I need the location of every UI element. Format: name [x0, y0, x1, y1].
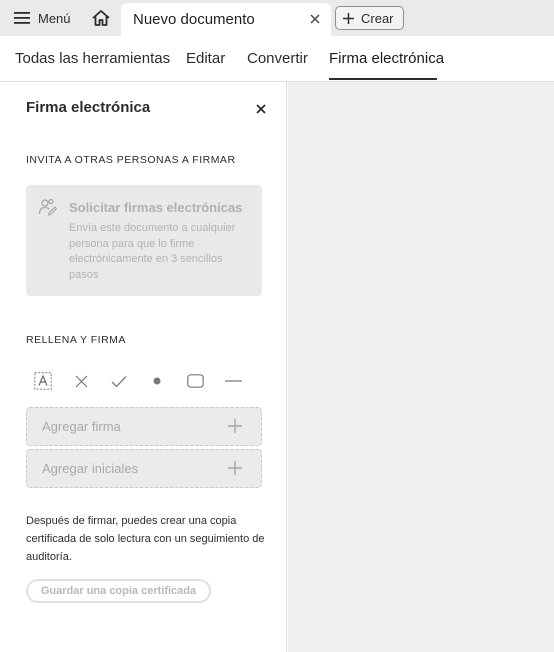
certified-copy-note: Después de firmar, puedes crear una copi…	[26, 515, 265, 563]
save-certified-copy-button[interactable]: Guardar una copia certificada	[26, 579, 211, 603]
panel-close-button[interactable]	[253, 101, 269, 117]
fill-sign-toolbar	[26, 370, 256, 392]
document-tab[interactable]: Nuevo documento	[121, 3, 331, 36]
fill-sign-section-heading: RELLENA Y FIRMA	[26, 334, 126, 346]
tool-navigation: Todas las herramientas Editar Convertir …	[0, 36, 554, 82]
home-button[interactable]	[88, 6, 114, 30]
document-tab-title: Nuevo documento	[133, 11, 255, 28]
invite-section-heading: INVITA A OTRAS PERSONAS A FIRMAR	[26, 154, 236, 166]
request-signatures-card[interactable]: Solicitar firmas electrónicas Envía este…	[26, 185, 262, 296]
plus-icon	[343, 12, 354, 24]
home-icon	[92, 10, 110, 26]
document-canvas[interactable]	[288, 82, 554, 652]
close-icon	[310, 14, 320, 24]
active-tab-indicator	[329, 78, 437, 80]
tab-e-signature[interactable]: Firma electrónica	[329, 50, 444, 67]
text-field-icon[interactable]	[32, 370, 54, 392]
add-initials-label: Agregar iniciales	[42, 461, 139, 476]
create-button[interactable]: Crear	[335, 6, 404, 30]
e-signature-panel: Firma electrónica INVITA A OTRAS PERSONA…	[0, 82, 287, 652]
close-icon	[256, 104, 266, 114]
dot-icon[interactable]	[146, 370, 168, 392]
request-signatures-title: Solicitar firmas electrónicas	[69, 200, 243, 215]
add-initials-button[interactable]: Agregar iniciales	[26, 449, 262, 488]
create-label: Crear	[361, 10, 394, 26]
title-bar: Menú Nuevo documento Crear	[0, 0, 554, 36]
tab-all-tools[interactable]: Todas las herramientas	[15, 50, 170, 67]
request-signatures-icon	[38, 198, 58, 223]
plus-icon	[228, 419, 242, 433]
panel-title: Firma electrónica	[26, 99, 151, 116]
menu-label: Menú	[38, 10, 71, 26]
close-tab-button[interactable]	[307, 10, 323, 28]
plus-icon	[228, 461, 242, 475]
tab-convert[interactable]: Convertir	[247, 50, 308, 67]
check-mark-icon[interactable]	[108, 370, 130, 392]
cross-mark-icon[interactable]	[70, 370, 92, 392]
hamburger-icon	[14, 12, 30, 24]
tab-edit[interactable]: Editar	[186, 50, 225, 67]
add-signature-button[interactable]: Agregar firma	[26, 407, 262, 446]
request-signatures-description: Envía este documento a cualquier persona…	[69, 222, 236, 281]
line-icon[interactable]	[222, 370, 244, 392]
rounded-box-icon[interactable]	[184, 370, 206, 392]
menu-button[interactable]: Menú	[8, 6, 77, 30]
add-signature-label: Agregar firma	[42, 419, 121, 434]
